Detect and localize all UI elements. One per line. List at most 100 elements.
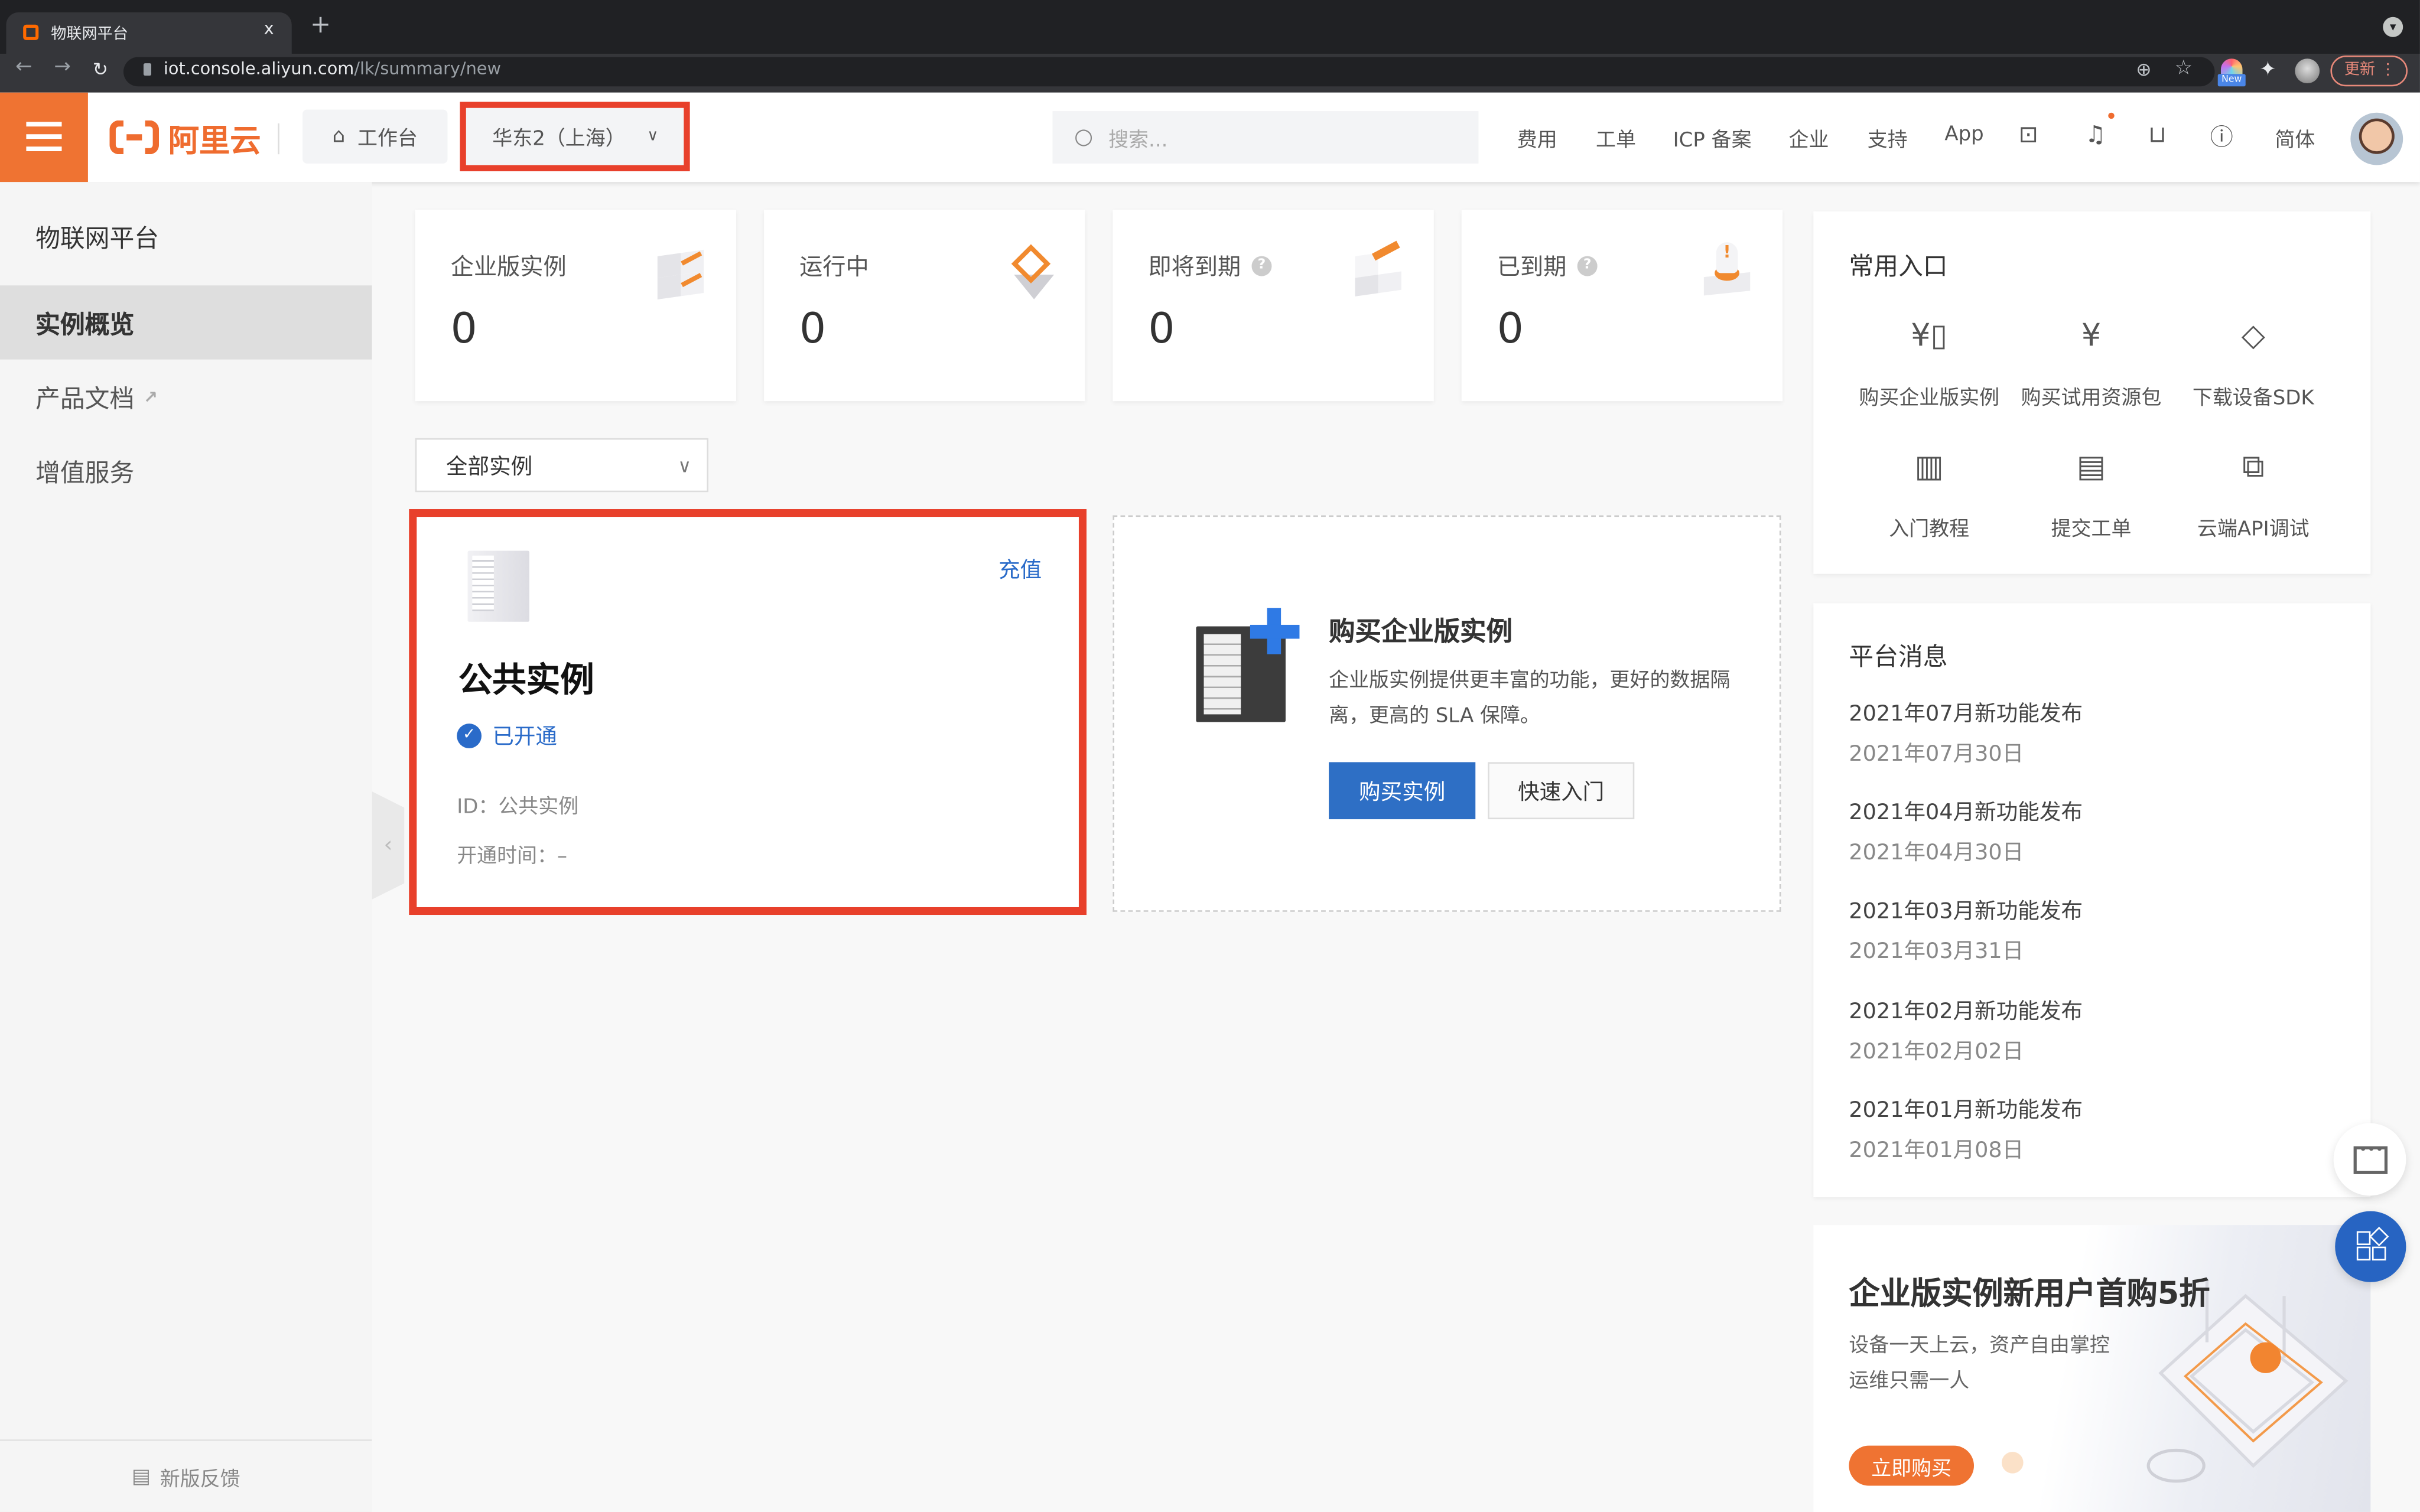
message-title[interactable]: 2021年02月新功能发布: [1849, 995, 2083, 1026]
extension-new-badge: New: [2217, 74, 2246, 87]
activation-time: 开通时间：–: [457, 845, 568, 869]
external-link-icon: ↗: [143, 386, 158, 407]
nav-billing[interactable]: 费用: [1517, 123, 1557, 152]
terminal-icon[interactable]: ⊡: [2019, 120, 2038, 148]
forward-icon[interactable]: →: [54, 56, 70, 79]
back-icon[interactable]: ←: [15, 56, 32, 79]
bell-icon[interactable]: ♫: [2085, 120, 2106, 148]
message-title[interactable]: 2021年01月新功能发布: [1849, 1094, 2083, 1125]
alert-beacon-icon: !: [1699, 241, 1752, 299]
search-icon: ○: [1074, 125, 1094, 150]
apps-widget-button[interactable]: [2335, 1211, 2406, 1282]
browser-profile-avatar[interactable]: [2295, 58, 2320, 84]
entry-download-sdk[interactable]: ◇ 下载设备SDK: [2170, 317, 2337, 410]
reload-icon[interactable]: ↻: [93, 58, 108, 80]
help-icon[interactable]: ⓘ: [2210, 120, 2233, 153]
feedback-icon: ▤: [131, 1465, 151, 1488]
cart-icon[interactable]: ⊔: [2148, 120, 2167, 148]
instance-filter-select[interactable]: 全部实例 ∨: [415, 438, 708, 493]
stat-value: 0: [1497, 305, 1524, 354]
entry-buy-enterprise[interactable]: ¥▯ 购买企业版实例: [1846, 317, 2012, 410]
nav-tickets[interactable]: 工单: [1596, 123, 1636, 152]
nav-support[interactable]: 支持: [1868, 123, 1908, 152]
sidebar-item-overview[interactable]: 实例概览: [0, 285, 372, 360]
stat-card-running: 运行中 0: [764, 210, 1085, 402]
feedback-button[interactable]: ▤ 新版反馈: [0, 1459, 372, 1493]
message-item[interactable]: 2021年01月新功能发布 2021年01月08日: [1849, 1094, 2083, 1165]
entry-submit-ticket[interactable]: ▤ 提交工单: [2008, 448, 2174, 542]
collapse-sidebar-handle[interactable]: ‹: [372, 791, 405, 900]
ticket-message-icon: ▤: [2076, 447, 2106, 485]
tab-search-icon[interactable]: ▾: [2383, 17, 2403, 37]
browser-update-button[interactable]: 更新 ⋮: [2330, 56, 2408, 87]
zoom-icon[interactable]: ⊕: [2136, 58, 2151, 80]
new-tab-button[interactable]: +: [310, 12, 331, 37]
building-yen-icon: ¥▯: [1911, 316, 1948, 354]
quick-start-button[interactable]: 快速入门: [1488, 762, 1635, 820]
message-item[interactable]: 2021年02月新功能发布 2021年02月02日: [1849, 995, 2083, 1066]
entry-label: 购买企业版实例: [1859, 387, 2000, 410]
entries-title: 常用入口: [1849, 251, 1948, 281]
decorative-dot: [2002, 1452, 2024, 1474]
entry-buy-trial[interactable]: ¥ 购买试用资源包: [2008, 317, 2174, 410]
url-text[interactable]: iot.console.aliyun.com/lk/summary/new: [164, 58, 501, 79]
workbench-label: 工作台: [357, 128, 418, 151]
book-icon: ▥: [1914, 447, 1944, 485]
help-icon[interactable]: ?: [1577, 256, 1598, 276]
stat-card-enterprise: 企业版实例 0: [415, 210, 737, 402]
help-icon[interactable]: ?: [1251, 256, 1272, 276]
screen: 物联网平台 x + ▾ ← → ↻ iot.console.aliyun.com…: [0, 0, 2420, 1512]
sidebar-item-docs[interactable]: 产品文档 ↗: [0, 360, 372, 434]
hamburger-menu-button[interactable]: [0, 92, 88, 183]
stat-value: 0: [799, 305, 827, 354]
message-date: 2021年01月08日: [1849, 1138, 2024, 1164]
browser-tab[interactable]: 物联网平台 x: [6, 12, 292, 54]
workbench-button[interactable]: ⌂ 工作台: [302, 109, 448, 164]
search-input[interactable]: ○ 搜索...: [1052, 111, 1479, 164]
language-switch[interactable]: 简体: [2275, 123, 2315, 152]
buy-instance-button[interactable]: 购买实例: [1329, 762, 1476, 820]
message-item[interactable]: 2021年04月新功能发布 2021年04月30日: [1849, 796, 2083, 867]
feedback-label: 新版反馈: [160, 1468, 240, 1491]
region-selector[interactable]: 华东2（上海） ∨: [466, 107, 684, 165]
recharge-link[interactable]: 充值: [998, 554, 1042, 585]
sidebar-item-value-added[interactable]: 增值服务: [0, 434, 372, 507]
nav-app[interactable]: App: [1944, 123, 1983, 146]
chat-support-button[interactable]: [2333, 1123, 2406, 1196]
home-icon: ⌂: [332, 125, 346, 148]
instance-title: 公共实例: [458, 662, 594, 700]
nav-icp[interactable]: ICP 备案: [1673, 123, 1752, 152]
promo-title: 企业版实例新用户首购5折: [1849, 1274, 2210, 1312]
entry-api-debug[interactable]: ⧉ 云端API调试: [2170, 448, 2337, 542]
sidebar-title: 物联网平台: [35, 223, 160, 253]
message-item[interactable]: 2021年07月新功能发布 2021年07月30日: [1849, 698, 2083, 768]
server-rack-plus-icon: [1188, 608, 1300, 727]
browser-tab-strip: [0, 0, 2420, 54]
promo-subtitle-2: 运维只需一人: [1849, 1370, 1970, 1393]
buy-card-description: 企业版实例提供更丰富的功能，更好的数据隔离，更高的 SLA 保障。: [1329, 669, 1731, 728]
stat-label: 即将到期: [1148, 253, 1241, 281]
aliyun-logo[interactable]: 阿里云: [109, 118, 261, 158]
kebab-menu-icon: ⋮: [2380, 61, 2396, 79]
extension-camera-icon[interactable]: New: [2216, 58, 2247, 87]
nav-enterprise[interactable]: 企业: [1789, 123, 1829, 152]
entry-label: 提交工单: [2051, 518, 2132, 542]
aliyun-favicon-icon: [23, 24, 39, 40]
buy-now-button[interactable]: 立即购买: [1849, 1445, 1975, 1486]
entry-tutorial[interactable]: ▥ 入门教程: [1846, 448, 2012, 542]
entry-label: 购买试用资源包: [2021, 387, 2162, 410]
receipt-yen-icon: ¥: [2081, 316, 2102, 354]
stat-label: 企业版实例: [450, 253, 567, 281]
bookmark-star-icon[interactable]: ☆: [2175, 57, 2193, 80]
stat-card-expired: 已到期? 0 !: [1461, 210, 1783, 402]
extensions-puzzle-icon[interactable]: ✦: [2259, 58, 2276, 82]
message-item[interactable]: 2021年03月新功能发布 2021年03月31日: [1849, 895, 2083, 966]
message-title[interactable]: 2021年07月新功能发布: [1849, 698, 2083, 728]
chevron-down-icon: ∨: [647, 128, 659, 145]
stat-label: 运行中: [799, 253, 869, 281]
message-title[interactable]: 2021年03月新功能发布: [1849, 895, 2083, 926]
tab-close-icon[interactable]: x: [264, 18, 274, 38]
message-title[interactable]: 2021年04月新功能发布: [1849, 796, 2083, 827]
sidebar-item-label: 实例概览: [35, 310, 135, 340]
user-avatar[interactable]: [2350, 112, 2403, 165]
